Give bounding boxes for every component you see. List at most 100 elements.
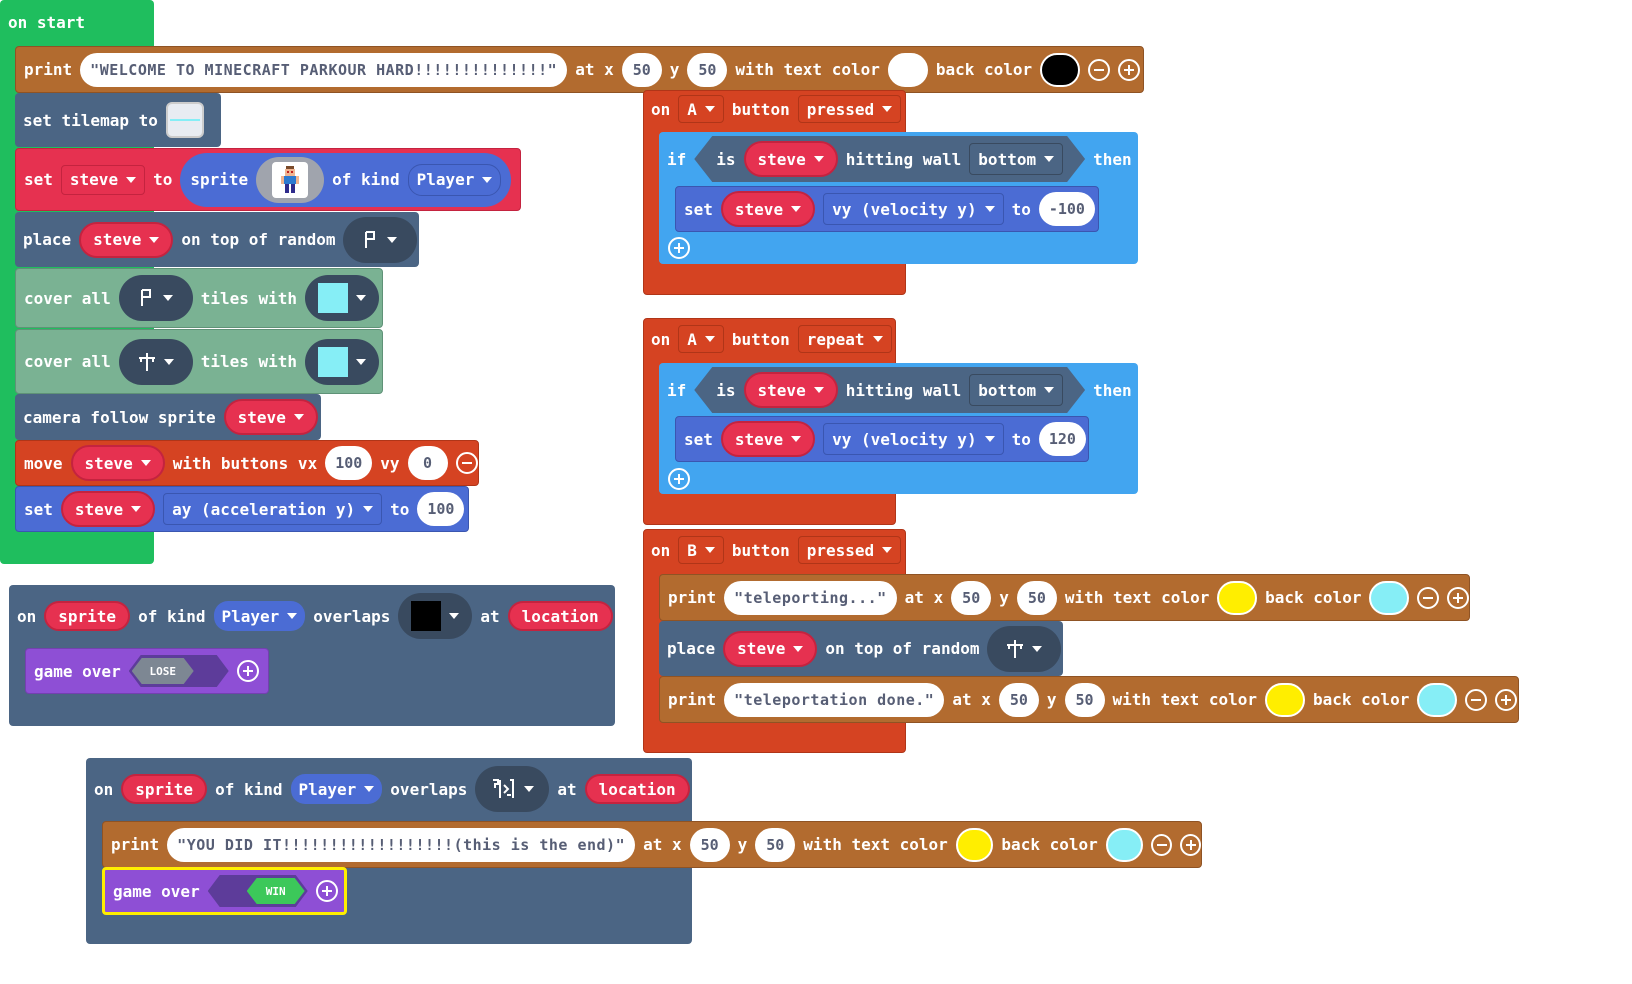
text-color-swatch[interactable] bbox=[887, 52, 928, 87]
tile-dropdown-to[interactable] bbox=[305, 275, 380, 321]
steve-var-dropdown[interactable]: steve bbox=[744, 141, 838, 177]
game-over-win-block[interactable]: game over WIN bbox=[102, 867, 347, 915]
button-dropdown[interactable]: A bbox=[678, 95, 724, 123]
steve-var-dropdown[interactable]: steve bbox=[60, 164, 146, 195]
add-param-icon[interactable] bbox=[236, 660, 259, 682]
button-dropdown[interactable]: B bbox=[678, 536, 724, 564]
on-a-repeat-hat[interactable]: on A button repeat bbox=[643, 320, 892, 358]
text-color-swatch[interactable] bbox=[1217, 580, 1258, 615]
location-var[interactable]: location bbox=[584, 774, 690, 804]
set-tilemap-block[interactable]: set tilemap to bbox=[15, 93, 221, 147]
overlap-lose-hat[interactable]: on sprite of kind Player overlaps at loc… bbox=[9, 591, 613, 641]
x-input[interactable]: 50 bbox=[689, 827, 730, 862]
add-param-icon[interactable] bbox=[1495, 688, 1518, 711]
event-dropdown[interactable]: pressed bbox=[797, 95, 902, 123]
tile-dropdown[interactable] bbox=[475, 766, 550, 812]
tile-dropdown-from[interactable] bbox=[118, 338, 193, 385]
kind-dropdown[interactable]: Player bbox=[407, 163, 502, 196]
event-dropdown[interactable]: pressed bbox=[797, 536, 902, 564]
steve-var-dropdown[interactable]: steve bbox=[70, 445, 165, 481]
set-steve-sprite-block[interactable]: set steve to sprite of kind Player bbox=[15, 148, 521, 211]
welcome-text-input[interactable]: "WELCOME TO MINECRAFT PARKOUR HARD!!!!!!… bbox=[80, 52, 568, 87]
teleportation-done-text-input[interactable]: "teleportation done." bbox=[724, 682, 945, 717]
tile-dropdown-from[interactable] bbox=[118, 275, 193, 321]
print-teleportation-done-block[interactable]: print "teleportation done." at x 50 y 50… bbox=[659, 676, 1519, 723]
back-color-swatch[interactable] bbox=[1417, 682, 1458, 717]
remove-param-icon[interactable] bbox=[1088, 58, 1111, 81]
kind-dropdown[interactable]: Player bbox=[213, 601, 306, 631]
ay-value-input[interactable]: 100 bbox=[417, 492, 465, 526]
x-input[interactable]: 50 bbox=[621, 52, 662, 87]
print-teleporting-block[interactable]: print "teleporting..." at x 50 y 50 with… bbox=[659, 574, 1470, 621]
y-input[interactable]: 50 bbox=[1064, 682, 1105, 717]
sprite-var[interactable]: sprite bbox=[121, 774, 208, 804]
back-color-swatch[interactable] bbox=[1040, 52, 1081, 87]
print-welcome-block[interactable]: print "WELCOME TO MINECRAFT PARKOUR HARD… bbox=[15, 46, 1144, 93]
property-dropdown[interactable]: vy (velocity y) bbox=[823, 423, 1004, 455]
property-dropdown[interactable]: vy (velocity y) bbox=[823, 193, 1004, 225]
vx-input[interactable]: 100 bbox=[325, 446, 373, 480]
add-param-icon[interactable] bbox=[1180, 833, 1201, 856]
tile-dropdown[interactable] bbox=[343, 216, 418, 263]
y-input[interactable]: 50 bbox=[1016, 580, 1057, 615]
back-color-swatch[interactable] bbox=[1105, 827, 1144, 862]
overlap-win-hat[interactable]: on sprite of kind Player overlaps at loc… bbox=[86, 764, 690, 814]
win-lose-toggle[interactable]: LOSE bbox=[129, 655, 229, 687]
vy-input[interactable]: 0 bbox=[407, 446, 448, 480]
set-ay-block[interactable]: set steve ay (acceleration y) to 100 bbox=[15, 486, 469, 532]
teleporting-text-input[interactable]: "teleporting..." bbox=[724, 580, 897, 615]
vy-value-input[interactable]: 120 bbox=[1038, 422, 1086, 456]
sprite-of-kind-reporter[interactable]: sprite of kind Player bbox=[180, 152, 512, 207]
on-start-hat[interactable]: on start bbox=[0, 6, 85, 38]
remove-param-icon[interactable] bbox=[1151, 833, 1173, 856]
back-color-swatch[interactable] bbox=[1369, 580, 1410, 615]
kind-dropdown[interactable]: Player bbox=[290, 774, 383, 804]
button-dropdown[interactable]: A bbox=[678, 325, 724, 353]
steve-var-dropdown[interactable]: steve bbox=[720, 191, 816, 227]
cover-all-block-1[interactable]: cover all tiles with bbox=[15, 268, 383, 328]
set-vy-block[interactable]: set steve vy (velocity y) to -100 bbox=[675, 186, 1099, 232]
hitting-wall-condition[interactable]: is steve hitting wall bottom bbox=[694, 367, 1085, 413]
add-else-icon[interactable] bbox=[668, 468, 690, 490]
add-param-icon[interactable] bbox=[1118, 58, 1141, 81]
on-a-pressed-hat[interactable]: on A button pressed bbox=[643, 90, 902, 128]
steve-var-dropdown[interactable]: steve bbox=[223, 399, 318, 435]
x-input[interactable]: 50 bbox=[998, 682, 1039, 717]
move-steve-block[interactable]: move steve with buttons vx 100 vy 0 bbox=[15, 440, 479, 486]
sprite-image-picker[interactable] bbox=[256, 156, 325, 203]
steve-var-dropdown[interactable]: steve bbox=[79, 221, 174, 258]
vy-value-input[interactable]: -100 bbox=[1038, 192, 1095, 226]
hitting-wall-condition[interactable]: is steve hitting wall bottom bbox=[694, 136, 1085, 182]
location-var[interactable]: location bbox=[507, 601, 613, 631]
steve-var-dropdown[interactable]: steve bbox=[744, 372, 838, 408]
steve-var-dropdown[interactable]: steve bbox=[60, 491, 156, 527]
steve-var-dropdown[interactable]: steve bbox=[723, 630, 818, 667]
y-input[interactable]: 50 bbox=[755, 827, 796, 862]
remove-param-icon[interactable] bbox=[1465, 688, 1488, 711]
property-dropdown[interactable]: ay (acceleration y) bbox=[163, 493, 383, 525]
you-did-it-text-input[interactable]: "YOU DID IT!!!!!!!!!!!!!!!!!!(this is th… bbox=[167, 827, 636, 862]
cover-all-block-2[interactable]: cover all tiles with bbox=[15, 329, 383, 394]
print-you-did-it-block[interactable]: print "YOU DID IT!!!!!!!!!!!!!!!!!!(this… bbox=[102, 821, 1202, 868]
camera-follow-block[interactable]: camera follow sprite steve bbox=[15, 394, 321, 440]
remove-param-icon[interactable] bbox=[1417, 586, 1440, 609]
add-param-icon[interactable] bbox=[1447, 586, 1470, 609]
y-input[interactable]: 50 bbox=[687, 52, 728, 87]
win-lose-toggle[interactable]: WIN bbox=[208, 875, 308, 907]
add-else-icon[interactable] bbox=[668, 237, 690, 259]
tile-dropdown[interactable] bbox=[398, 593, 473, 639]
tile-dropdown-to[interactable] bbox=[305, 338, 380, 385]
on-b-pressed-hat[interactable]: on B button pressed bbox=[643, 531, 902, 569]
tilemap-thumbnail[interactable] bbox=[165, 102, 204, 138]
set-vy-block[interactable]: set steve vy (velocity y) to 120 bbox=[675, 416, 1089, 462]
game-over-lose-block[interactable]: game over LOSE bbox=[25, 648, 269, 694]
remove-param-icon[interactable] bbox=[455, 452, 478, 474]
add-param-icon[interactable] bbox=[315, 880, 338, 902]
place-steve-block[interactable]: place steve on top of random bbox=[659, 621, 1063, 676]
place-steve-block[interactable]: place steve on top of random bbox=[15, 212, 419, 267]
side-dropdown[interactable]: bottom bbox=[969, 374, 1063, 406]
side-dropdown[interactable]: bottom bbox=[969, 143, 1063, 175]
steve-var-dropdown[interactable]: steve bbox=[720, 421, 816, 457]
text-color-swatch[interactable] bbox=[1265, 682, 1305, 717]
x-input[interactable]: 50 bbox=[951, 580, 992, 615]
